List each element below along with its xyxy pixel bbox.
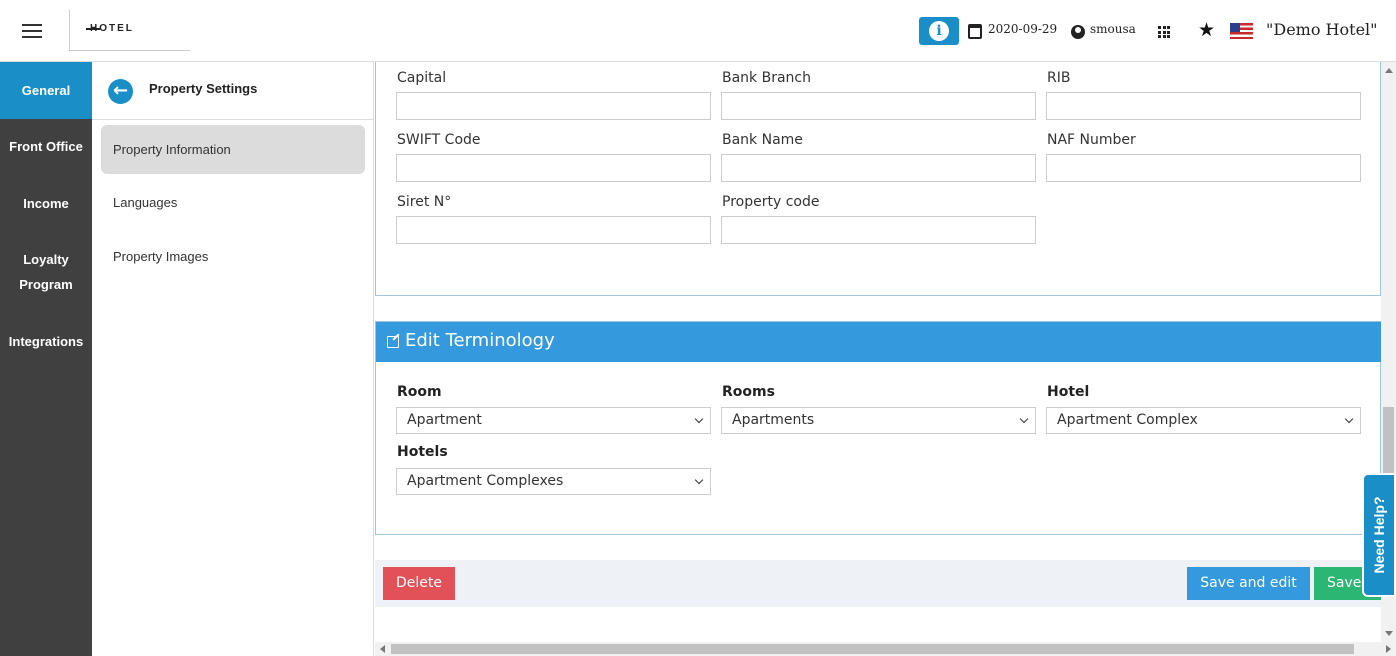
hotel-select-value: Apartment Complex <box>1057 412 1198 428</box>
edit-icon <box>387 336 399 348</box>
rooms-select[interactable]: Apartments <box>721 407 1036 434</box>
hotels-select-value: Apartment Complexes <box>407 473 564 489</box>
main-nav: General Front Office Income Loyalty Prog… <box>0 62 92 656</box>
logo-text: HOTEL <box>86 23 134 34</box>
need-help-label: Need Help? <box>1371 496 1387 574</box>
room-select[interactable]: Apartment <box>396 407 711 434</box>
top-bar: HOTEL i 2020-09-29 smousa ★ "Demo Hotel" <box>0 0 1396 62</box>
scroll-down-arrow-icon[interactable] <box>1385 631 1393 636</box>
delete-button[interactable]: Delete <box>383 567 455 600</box>
apps-grid-icon[interactable] <box>1158 26 1170 38</box>
hotels-select[interactable]: Apartment Complexes <box>396 468 711 495</box>
scroll-up-arrow-icon[interactable] <box>1385 68 1393 73</box>
sidebar-item-property-information[interactable]: Property Information <box>101 125 365 174</box>
room-label: Room <box>397 384 442 400</box>
calendar-icon[interactable] <box>968 24 982 39</box>
swift-code-input[interactable] <box>396 154 711 182</box>
star-icon[interactable]: ★ <box>1198 19 1215 41</box>
save-and-edit-button[interactable]: Save and edit <box>1187 567 1310 600</box>
bank-name-input[interactable] <box>721 154 1036 182</box>
hotels-label: Hotels <box>397 444 448 460</box>
nav-item-label: Integrations <box>8 334 84 349</box>
room-select-value: Apartment <box>407 412 482 428</box>
capital-input[interactable] <box>396 92 711 120</box>
us-flag-icon[interactable] <box>1230 23 1253 39</box>
hamburger-menu-icon[interactable] <box>22 24 42 38</box>
hotel-name[interactable]: "Demo Hotel" <box>1266 20 1378 39</box>
siret-input[interactable] <box>396 216 711 244</box>
scrollbar-thumb[interactable] <box>391 644 1354 654</box>
nav-item-integrations[interactable]: Integrations <box>0 327 92 357</box>
swift-code-label: SWIFT Code <box>397 132 481 148</box>
nav-item-front-office[interactable]: Front Office <box>0 132 92 162</box>
sidebar-header: ← Property Settings <box>92 62 373 120</box>
panel-title: Edit Terminology <box>405 330 555 351</box>
sidebar-title: Property Settings <box>149 81 258 96</box>
sidebar-item-property-images[interactable]: Property Images <box>101 232 365 281</box>
rooms-label: Rooms <box>722 384 775 400</box>
scroll-right-arrow-icon[interactable] <box>1386 645 1391 653</box>
current-date[interactable]: 2020-09-29 <box>988 22 1057 36</box>
chevron-down-icon <box>694 475 704 485</box>
siret-label: Siret N° <box>397 194 452 210</box>
nav-item-loyalty-program[interactable]: Loyalty Program <box>10 247 82 297</box>
settings-sidebar: ← Property Settings Property Information… <box>92 62 374 656</box>
bank-name-label: Bank Name <box>722 132 803 148</box>
rooms-select-value: Apartments <box>732 412 815 428</box>
property-code-input[interactable] <box>721 216 1036 244</box>
chevron-down-icon <box>1019 414 1029 424</box>
naf-number-input[interactable] <box>1046 154 1361 182</box>
naf-number-label: NAF Number <box>1047 132 1136 148</box>
edit-terminology-panel: Edit Terminology Room Apartment Rooms Ap… <box>375 321 1381 535</box>
nav-item-income[interactable]: Income <box>0 189 92 219</box>
bank-branch-label: Bank Branch <box>722 70 811 86</box>
info-icon: i <box>929 21 949 41</box>
rib-input[interactable] <box>1046 92 1361 120</box>
chevron-down-icon <box>1344 414 1354 424</box>
chevron-down-icon <box>694 414 704 424</box>
back-arrow-icon[interactable]: ← <box>108 79 133 104</box>
username[interactable]: smousa <box>1090 22 1136 36</box>
sidebar-item-languages[interactable]: Languages <box>101 178 365 227</box>
nav-item-label: General <box>21 83 71 98</box>
hotel-label: Hotel <box>1047 384 1090 400</box>
nav-item-label: Loyalty Program <box>19 252 73 292</box>
horizontal-scrollbar[interactable] <box>375 642 1396 656</box>
hotel-select[interactable]: Apartment Complex <box>1046 407 1361 434</box>
property-info-panel: Capital Bank Branch RIB SWIFT Code Bank … <box>375 62 1381 296</box>
scroll-left-arrow-icon[interactable] <box>380 645 385 653</box>
rib-label: RIB <box>1047 70 1071 86</box>
capital-label: Capital <box>397 70 447 86</box>
action-bar: Delete Save and edit Save <box>375 560 1381 607</box>
panel-header: Edit Terminology <box>376 322 1381 362</box>
need-help-button[interactable]: Need Help? <box>1362 473 1396 597</box>
main-content: Capital Bank Branch RIB SWIFT Code Bank … <box>375 62 1381 642</box>
nav-item-general[interactable]: General <box>0 62 92 119</box>
logo: HOTEL <box>69 10 190 51</box>
info-button[interactable]: i <box>919 17 959 45</box>
nav-item-label: Income <box>23 196 69 211</box>
user-icon[interactable] <box>1071 25 1085 39</box>
nav-item-label: Front Office <box>9 139 83 154</box>
bank-branch-input[interactable] <box>721 92 1036 120</box>
property-code-label: Property code <box>722 194 820 210</box>
